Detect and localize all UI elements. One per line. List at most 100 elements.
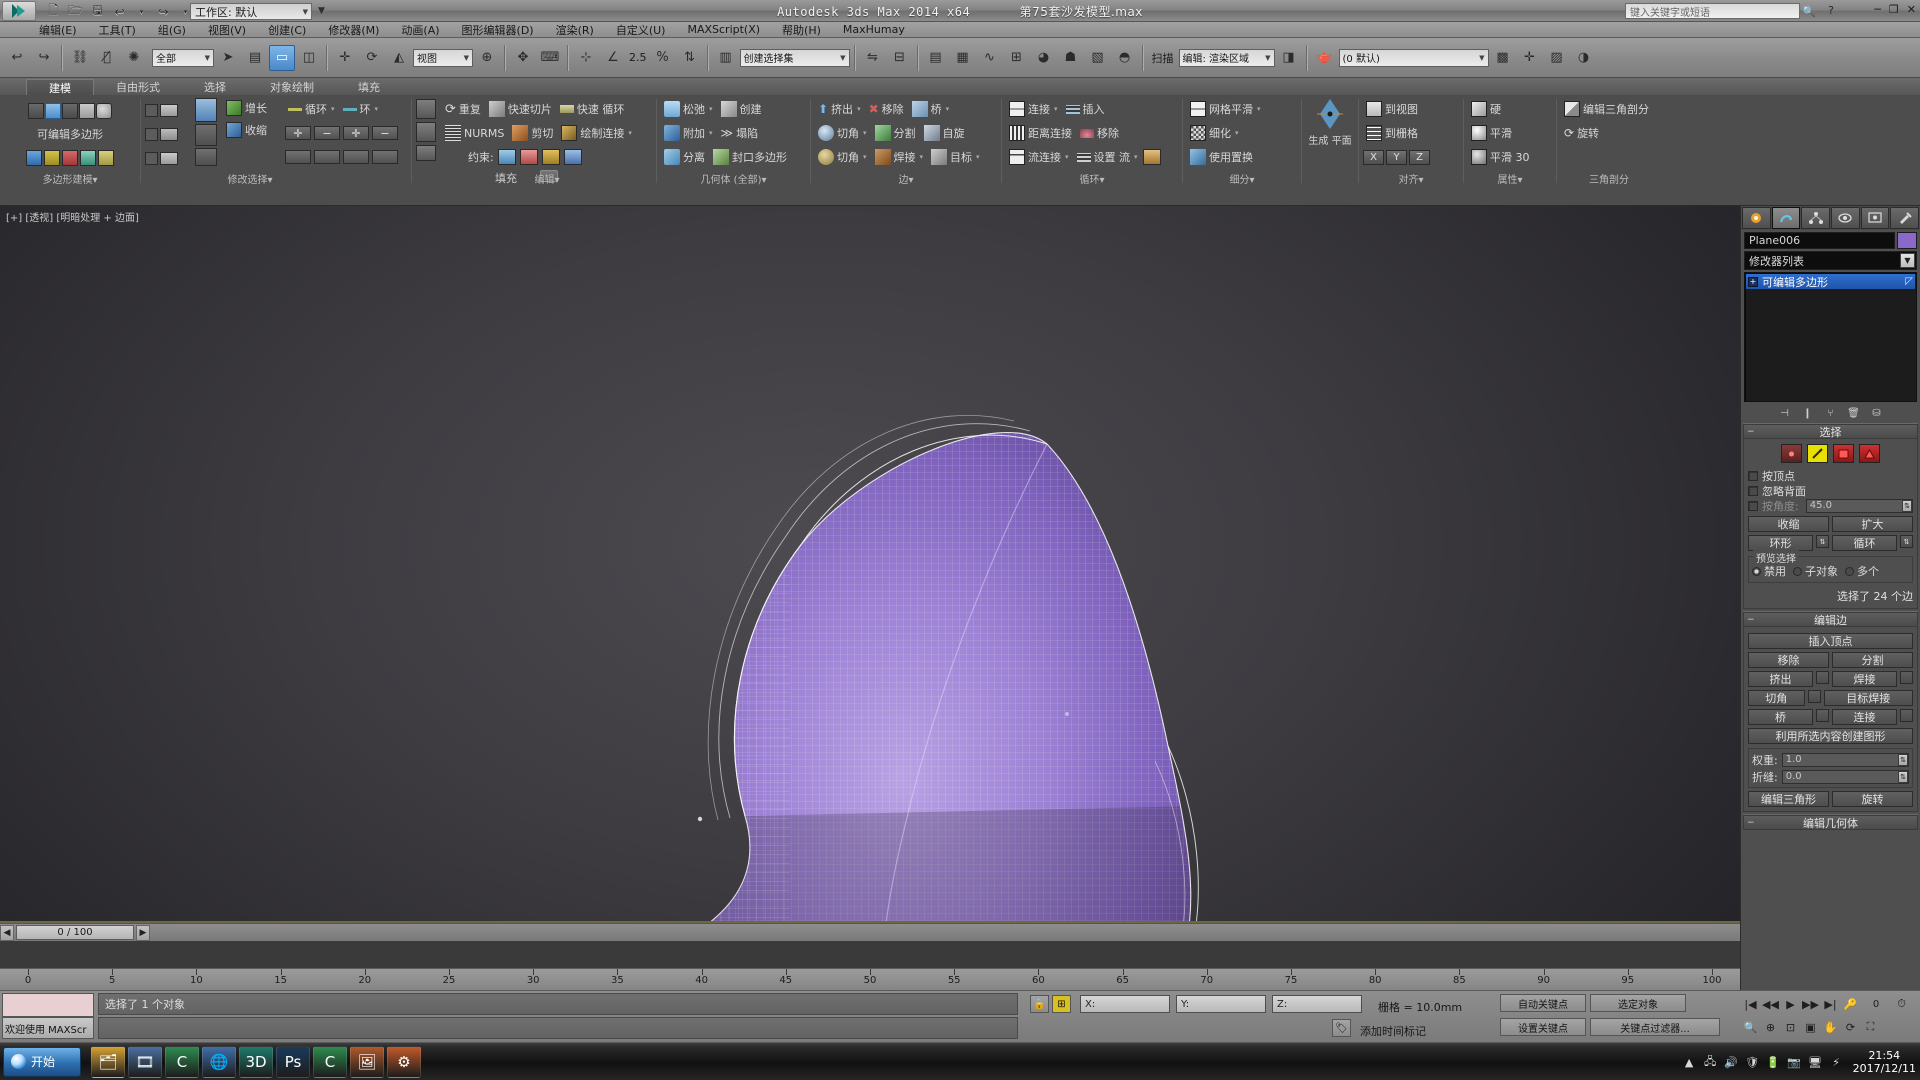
- ribbon-tab-1[interactable]: 自由形式: [94, 79, 182, 95]
- ribbon-item-spin[interactable]: 自旋: [921, 122, 968, 144]
- prev-frame-button[interactable]: ◀: [0, 924, 14, 941]
- ribbon-item-ring[interactable]: 环 ▾: [340, 98, 382, 120]
- chevron-down-icon[interactable]: ▾: [857, 105, 861, 113]
- menu-item-10[interactable]: MAXScript(X): [676, 22, 771, 38]
- polygon-subobject-icon[interactable]: [80, 150, 96, 166]
- ribbon-item-shrink[interactable]: 收缩: [223, 119, 277, 141]
- preview-disabled-radio[interactable]: [1752, 566, 1761, 576]
- ribbon-item-turn[interactable]: ⟳ 旋转: [1561, 122, 1602, 144]
- taskbar-photoshop[interactable]: Ps: [276, 1045, 310, 1078]
- select-link-icon[interactable]: ⛓: [67, 45, 93, 71]
- ribbon-item-connect[interactable]: 连接 ▾: [1006, 98, 1061, 120]
- layer-manager-icon[interactable]: ▤: [923, 45, 949, 71]
- weld-button[interactable]: 焊接: [1832, 671, 1897, 687]
- flow-options-icon[interactable]: [1142, 149, 1161, 165]
- hierarchy-tab[interactable]: [1801, 207, 1831, 229]
- chevron-down-icon[interactable]: ▾: [946, 105, 950, 113]
- zoom-icon[interactable]: 🔍: [1741, 1016, 1760, 1038]
- search-icon[interactable]: 🔍: [1802, 5, 1816, 18]
- menu-item-3[interactable]: 视图(V): [197, 22, 257, 38]
- perspective-viewport[interactable]: [+] [透视] [明暗处理 + 边面] ◀ 0 / 100 ▶: [0, 206, 1740, 941]
- edit-geometry-rollout-header[interactable]: − 编辑几何体: [1743, 815, 1918, 830]
- create-tab[interactable]: [1742, 207, 1771, 229]
- zoom-extents-icon[interactable]: ⊡: [1781, 1016, 1800, 1038]
- vertex-mode-icon[interactable]: [1781, 444, 1802, 463]
- hide-unselected-icon[interactable]: [195, 148, 217, 166]
- select-by-name-icon[interactable]: ▤: [242, 45, 268, 71]
- selected-objects-button[interactable]: 选定对象: [1590, 994, 1686, 1012]
- select-object-icon[interactable]: ➤: [215, 45, 241, 71]
- paint-deform-icon[interactable]: [96, 103, 112, 119]
- show-end-result-icon[interactable]: [195, 98, 217, 122]
- ribbon-item-meshsmooth[interactable]: 网格平滑 ▾: [1187, 98, 1264, 120]
- next-frame-icon[interactable]: ▶▶: [1801, 993, 1820, 1015]
- align-z-icon[interactable]: Z: [1409, 149, 1430, 165]
- go-to-start-icon[interactable]: |◀: [1741, 993, 1760, 1015]
- render-production-icon[interactable]: ◓: [1112, 45, 1138, 71]
- time-slider-track[interactable]: ◀ 0 / 100 ▶: [0, 923, 1740, 941]
- taskbar-media[interactable]: 🎞: [128, 1045, 162, 1078]
- stack-item-editable-poly[interactable]: + 可编辑多边形 ◸: [1746, 274, 1915, 289]
- add-time-tag-icon[interactable]: 🏷: [1332, 1019, 1351, 1037]
- ribbon-item-edit-triangulation[interactable]: 编辑三角剖分: [1561, 98, 1652, 120]
- display-tab[interactable]: [1860, 207, 1890, 229]
- make-planar-button[interactable]: 生成 平面: [1307, 97, 1353, 147]
- current-frame-field[interactable]: 0: [1861, 993, 1891, 1015]
- preview-multiple-radio[interactable]: [1845, 566, 1854, 576]
- align-x-icon[interactable]: X: [1363, 149, 1384, 165]
- ribbon-tab-2[interactable]: 选择: [182, 79, 248, 95]
- tray-battery-icon[interactable]: 🔋: [1765, 1054, 1782, 1071]
- edit-named-selection-sets-icon[interactable]: ▥: [713, 45, 739, 71]
- ignore-backfacing-checkbox-row[interactable]: 忽略背面: [1748, 483, 1913, 498]
- tray-app3-icon[interactable]: ⚡: [1828, 1054, 1845, 1071]
- chevron-down-icon[interactable]: ▾: [628, 129, 632, 137]
- menu-item-5[interactable]: 修改器(M): [317, 22, 390, 38]
- ring-step-icon[interactable]: [343, 150, 369, 164]
- key-filters-button[interactable]: 关键点过滤器...: [1590, 1018, 1720, 1036]
- start-button[interactable]: 开始: [3, 1046, 81, 1077]
- tray-volume-icon[interactable]: 🔊: [1723, 1054, 1740, 1071]
- ribbon-item-smooth30[interactable]: 平滑 30: [1468, 146, 1533, 168]
- chamfer-settings-button[interactable]: [1807, 690, 1821, 703]
- loop-dot-icon[interactable]: [314, 150, 340, 164]
- tray-app2-icon[interactable]: 🖥: [1807, 1054, 1824, 1071]
- isolate-selection-icon[interactable]: [195, 124, 217, 146]
- angle-snap-toggle-icon[interactable]: ∠: [600, 45, 626, 71]
- expand-icon[interactable]: +: [1748, 276, 1758, 287]
- menu-item-7[interactable]: 图形编辑器(D): [451, 22, 545, 38]
- taskbar-c-app[interactable]: C: [165, 1045, 199, 1078]
- constraint-edge-icon[interactable]: [519, 149, 538, 165]
- loop-shrink-icon[interactable]: −: [314, 126, 340, 140]
- maxscript-output[interactable]: 欢迎使用 MAXScr: [2, 1017, 94, 1039]
- by-vertex-checkbox[interactable]: [1748, 470, 1758, 481]
- close-button[interactable]: ✕: [1907, 3, 1916, 16]
- ring-spinner-icon[interactable]: ⇅: [1816, 535, 1829, 548]
- chevron-down-icon[interactable]: ▾: [976, 153, 980, 161]
- align-y-icon[interactable]: Y: [1386, 149, 1407, 165]
- align-icon[interactable]: ⊟: [887, 45, 913, 71]
- target-weld-button[interactable]: 目标焊接: [1823, 690, 1913, 706]
- chevron-down-icon[interactable]: ▾: [1134, 153, 1138, 161]
- ribbon-item-remove-loop[interactable]: 移除: [1077, 122, 1122, 144]
- spinner-arrows-icon[interactable]: ⇅: [1898, 770, 1908, 783]
- keyboard-shortcut-override-icon[interactable]: ⌨: [537, 45, 563, 71]
- shrink-soft-selection-icon[interactable]: [160, 151, 178, 165]
- taskbar-c2-app[interactable]: C: [313, 1045, 347, 1078]
- configure-modifier-sets-icon[interactable]: ⛁: [1869, 406, 1885, 421]
- maxscript-input[interactable]: [2, 993, 94, 1017]
- edge-mode-icon[interactable]: [1807, 444, 1828, 463]
- ribbon-item-weld[interactable]: 焊接 ▾: [872, 146, 927, 168]
- shrink-button[interactable]: 收缩: [1748, 516, 1829, 532]
- show-end-result-icon[interactable]: ❙: [1800, 406, 1816, 421]
- chevron-down-icon[interactable]: ▼: [1900, 253, 1915, 268]
- help-icon[interactable]: ?: [1828, 4, 1834, 17]
- selection-rollout-header[interactable]: − 选择: [1743, 424, 1918, 439]
- ribbon-item-tessellate[interactable]: 细化 ▾: [1187, 122, 1242, 144]
- modify-tab[interactable]: [1771, 207, 1801, 229]
- render-production-2-icon[interactable]: ◑: [1571, 45, 1597, 71]
- lock-soft-selection-icon[interactable]: [160, 127, 178, 141]
- chevron-down-icon[interactable]: ▾: [1054, 105, 1058, 113]
- schematic-view-icon[interactable]: ⊞: [1004, 45, 1030, 71]
- next-frame-button[interactable]: ▶: [136, 924, 150, 941]
- constraint-face-icon[interactable]: [541, 149, 560, 165]
